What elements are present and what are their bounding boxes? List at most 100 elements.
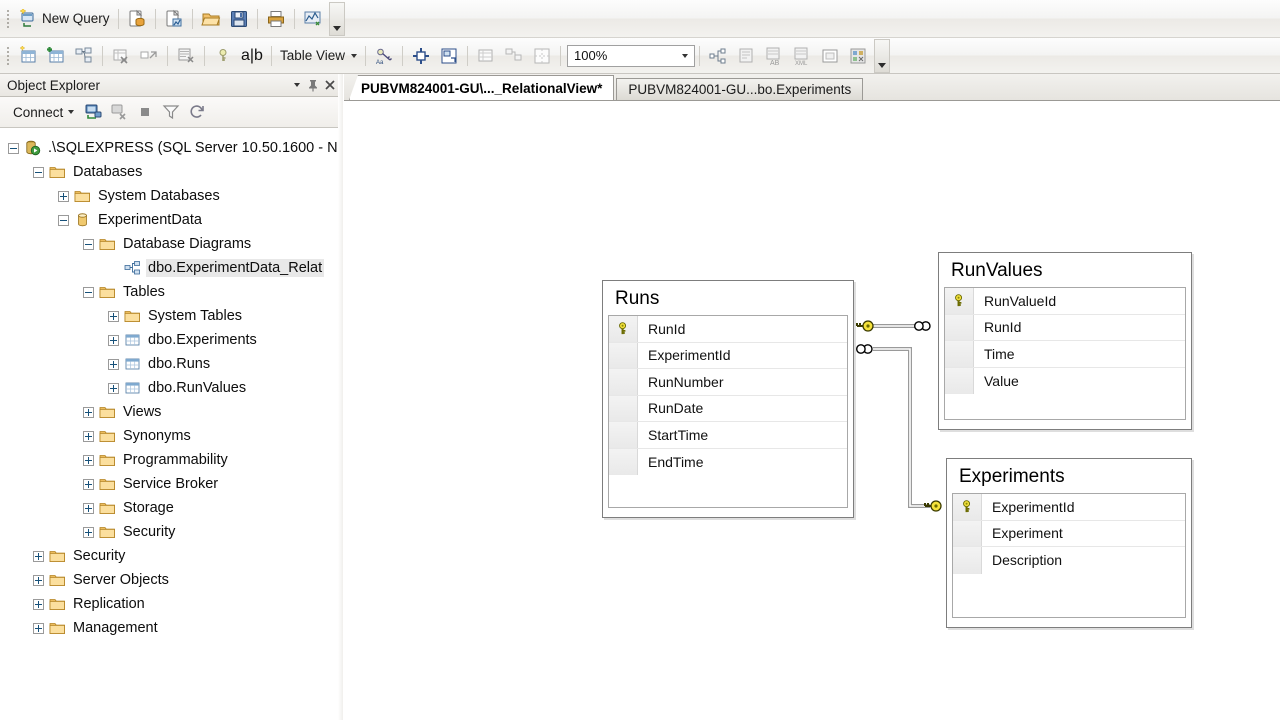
tree-node[interactable]: Database Diagrams (0, 232, 342, 256)
window-position-dropdown[interactable] (287, 77, 304, 94)
column-row-gutter[interactable] (953, 494, 982, 520)
disconnect-button[interactable] (107, 101, 131, 124)
add-related-tables-button[interactable] (70, 43, 98, 69)
diagram-properties-button[interactable] (844, 43, 872, 69)
collapse-icon[interactable] (58, 214, 69, 226)
tree-node[interactable]: Server Objects (0, 568, 342, 592)
toolbar-overflow-button-1[interactable] (328, 1, 345, 36)
expand-icon[interactable] (108, 358, 119, 370)
tree-node[interactable]: .\SQLEXPRESS (SQL Server 10.50.1600 - N (0, 136, 342, 160)
tree-node[interactable]: ExperimentData (0, 208, 342, 232)
diagram-column-row[interactable]: RunDate (609, 395, 847, 422)
tree-node[interactable]: Storage (0, 496, 342, 520)
toolbar-grip[interactable] (4, 9, 12, 29)
diagram-column-row[interactable]: ExperimentId (609, 342, 847, 369)
arrange-selection-button[interactable] (407, 43, 435, 69)
expand-icon[interactable] (108, 334, 119, 346)
delete-from-database-button[interactable] (107, 43, 135, 69)
diagram-column-row[interactable]: EndTime (609, 448, 847, 475)
connect-dropdown-button[interactable]: Connect (8, 102, 79, 123)
tree-node[interactable]: dbo.RunValues (0, 376, 342, 400)
expand-icon[interactable] (33, 550, 44, 562)
filter-button[interactable] (159, 101, 183, 124)
show-relationship-labels-button[interactable] (500, 43, 528, 69)
column-row-gutter[interactable] (609, 395, 638, 421)
collapse-icon[interactable] (8, 142, 19, 154)
collapse-icon[interactable] (83, 238, 94, 250)
stop-button[interactable] (133, 101, 157, 124)
tree-node[interactable]: dbo.ExperimentData_Relat (0, 256, 342, 280)
autosize-selected-tables-button[interactable] (472, 43, 500, 69)
tree-node[interactable]: Service Broker (0, 472, 342, 496)
column-row-gutter[interactable] (953, 520, 982, 546)
table-view-dropdown[interactable]: Table View (276, 43, 361, 69)
expand-icon[interactable] (33, 574, 44, 586)
diagram-column-row[interactable]: Description (953, 547, 1185, 574)
document-tab-active[interactable]: PUBVM824001-GU\..._RelationalView* (349, 75, 615, 100)
column-row-gutter[interactable] (609, 369, 638, 395)
column-row-gutter[interactable] (953, 547, 982, 574)
print-button[interactable] (262, 6, 290, 32)
diagram-table[interactable]: Runs RunId ExperimentId RunNumber RunDate Sta… (602, 280, 854, 518)
diagram-column-row[interactable]: ExperimentId (953, 494, 1185, 521)
collapse-icon[interactable] (33, 166, 44, 178)
tree-node[interactable]: dbo.Experiments (0, 328, 342, 352)
tree-node[interactable]: System Databases (0, 184, 342, 208)
diagram-column-row[interactable]: Value (945, 367, 1185, 394)
arrange-tables-button[interactable] (435, 43, 463, 69)
remove-from-diagram-button[interactable] (135, 43, 163, 69)
manage-indexes-button[interactable]: AB (760, 43, 788, 69)
expand-icon[interactable] (83, 526, 94, 538)
refresh-button[interactable] (185, 101, 209, 124)
manage-indexes-and-keys-button[interactable]: Aa (370, 43, 398, 69)
diagram-column-row[interactable]: RunId (945, 314, 1185, 341)
tree-node[interactable]: Security (0, 544, 342, 568)
diagram-column-row[interactable]: RunId (609, 316, 847, 343)
diagram-table-columns[interactable]: RunId ExperimentId RunNumber RunDate StartTi… (608, 315, 848, 508)
expand-icon[interactable] (83, 502, 94, 514)
document-tab[interactable]: PUBVM824001-GU...bo.Experiments (616, 78, 864, 100)
relationships-button[interactable]: a|b (237, 43, 267, 69)
expand-icon[interactable] (108, 310, 119, 322)
connect-object-explorer-button[interactable] (81, 101, 105, 124)
column-row-gutter[interactable] (945, 314, 974, 340)
tree-node[interactable]: dbo.Runs (0, 352, 342, 376)
expand-icon[interactable] (33, 598, 44, 610)
diagram-column-row[interactable]: Time (945, 341, 1185, 368)
new-text-annotation-button[interactable] (816, 43, 844, 69)
new-query-button[interactable]: New Query (14, 6, 114, 32)
column-row-gutter[interactable] (945, 288, 974, 314)
zoom-dropdown-button[interactable] (676, 47, 691, 65)
column-row-gutter[interactable] (609, 316, 638, 342)
add-table-button[interactable] (42, 43, 70, 69)
tree-node[interactable]: Replication (0, 592, 342, 616)
column-row-gutter[interactable] (609, 422, 638, 448)
new-analysis-services-query-button[interactable] (160, 6, 188, 32)
open-file-button[interactable] (197, 6, 225, 32)
tree-node[interactable]: Synonyms (0, 424, 342, 448)
relationship-lines-button[interactable] (704, 43, 732, 69)
expand-icon[interactable] (58, 190, 69, 202)
close-panel-button[interactable] (321, 77, 338, 94)
diagram-column-row[interactable]: Experiment (953, 520, 1185, 547)
panel-splitter[interactable] (338, 74, 343, 720)
tree-node[interactable]: Tables (0, 280, 342, 304)
expand-icon[interactable] (33, 622, 44, 634)
new-database-engine-query-button[interactable] (123, 6, 151, 32)
new-table-button[interactable] (14, 43, 42, 69)
page-breaks-button[interactable] (528, 43, 556, 69)
generate-change-script-button[interactable] (172, 43, 200, 69)
tree-node[interactable]: Security (0, 520, 342, 544)
diagram-table[interactable]: Experiments ExperimentId Experiment Descrip… (946, 458, 1192, 628)
diagram-table[interactable]: RunValues RunValueId RunId Time Value (938, 252, 1192, 430)
tree-node[interactable]: Databases (0, 160, 342, 184)
expand-icon[interactable] (108, 382, 119, 394)
expand-icon[interactable] (83, 478, 94, 490)
zoom-dropdown[interactable]: 100% (567, 44, 695, 67)
object-explorer-tree[interactable]: .\SQLEXPRESS (SQL Server 10.50.1600 - N D… (0, 128, 342, 720)
activity-monitor-button[interactable] (299, 6, 327, 32)
manage-fulltext-index-button[interactable] (732, 43, 760, 69)
relationship-line-runs-experiments[interactable] (873, 347, 930, 508)
column-row-gutter[interactable] (609, 448, 638, 475)
expand-icon[interactable] (83, 406, 94, 418)
